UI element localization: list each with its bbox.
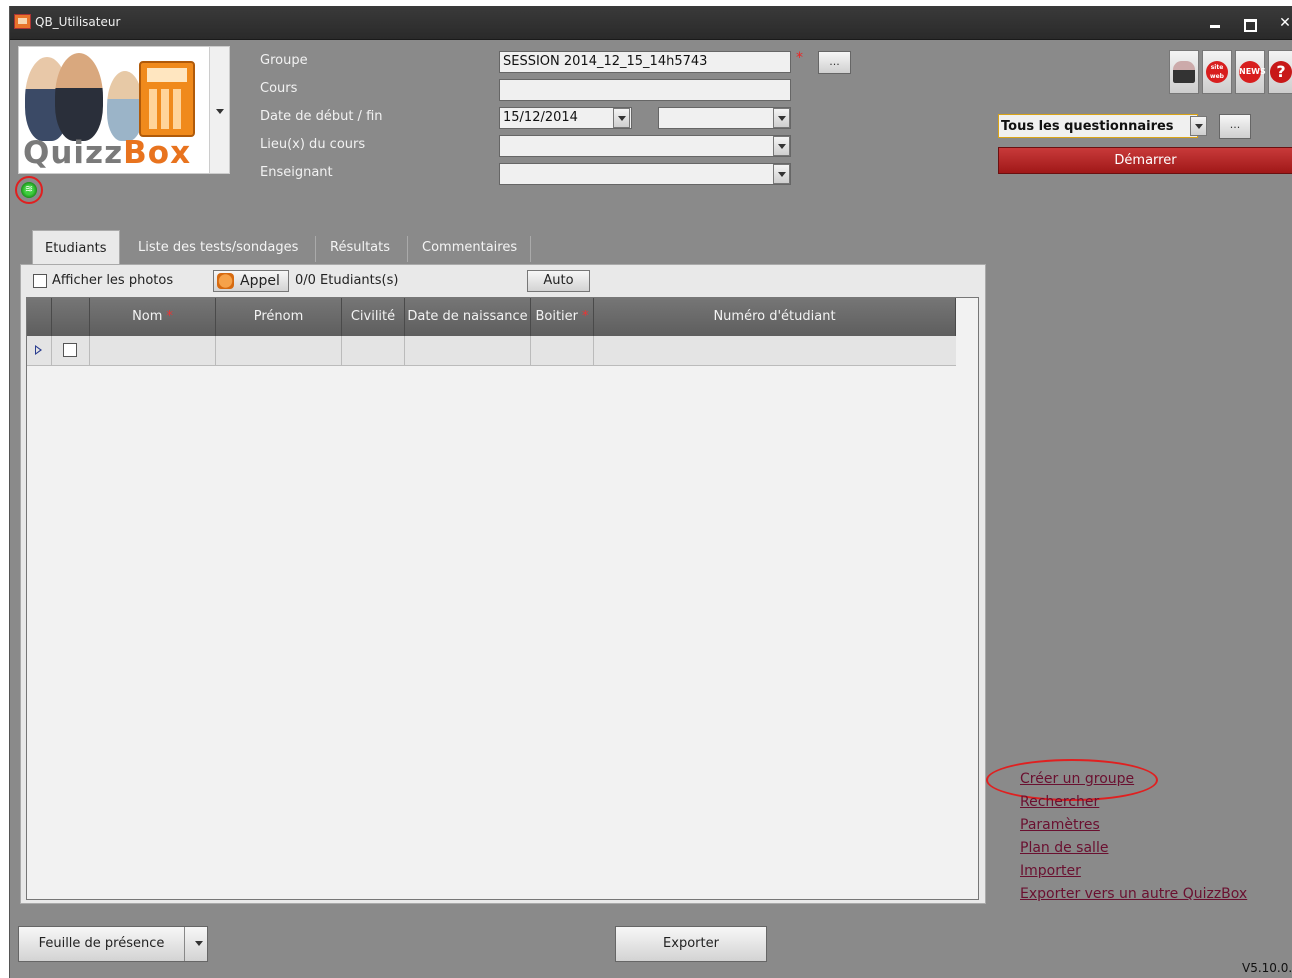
export-quizzbox-link[interactable]: Exporter vers un autre QuizzBox <box>1020 886 1247 902</box>
auto-button[interactable]: Auto <box>527 270 590 292</box>
students-panel: Afficher les photos Appel 0/0 Etudiants(… <box>20 264 986 904</box>
tab-resultats[interactable]: Résultats <box>318 230 402 264</box>
tab-tests[interactable]: Liste des tests/sondages <box>126 230 310 264</box>
tab-separator <box>530 236 531 262</box>
cell-boitier[interactable] <box>531 336 594 366</box>
cell-civilite[interactable] <box>342 336 405 366</box>
header-indicator-column <box>27 298 52 336</box>
students-count: 0/0 Etudiants(s) <box>295 273 399 288</box>
cell-numero-etudiant[interactable] <box>594 336 956 366</box>
date-end-dropdown[interactable] <box>773 108 790 128</box>
logo-dropdown-button[interactable] <box>209 47 229 173</box>
enseignant-field[interactable] <box>499 163 791 185</box>
row-indicator <box>27 336 52 366</box>
tab-etudiants[interactable]: Etudiants <box>32 230 120 266</box>
questionnaire-select[interactable]: Tous les questionnaires <box>998 114 1198 138</box>
brand-text: QuizzBox <box>23 135 192 171</box>
appel-icon <box>217 273 234 289</box>
row-pointer-icon <box>35 345 47 355</box>
date-start-dropdown[interactable] <box>613 108 630 128</box>
lieu-field[interactable] <box>499 135 791 157</box>
connection-status-highlight: ≋ <box>15 176 43 204</box>
column-header-date-naissance[interactable]: Date de naissance <box>405 298 531 336</box>
column-header-boitier[interactable]: Boitier * <box>531 298 594 336</box>
questionnaire-dropdown[interactable] <box>1190 116 1207 136</box>
minimize-button[interactable] <box>1205 13 1225 33</box>
cours-label: Cours <box>260 81 298 96</box>
room-plan-link[interactable]: Plan de salle <box>1020 840 1108 856</box>
create-group-link[interactable]: Créer un groupe <box>1020 771 1134 787</box>
wifi-icon[interactable]: ≋ <box>21 182 37 198</box>
cell-date-naissance[interactable] <box>405 336 531 366</box>
header-select-column <box>52 298 90 336</box>
appel-button[interactable]: Appel <box>213 270 289 292</box>
lieu-label: Lieu(x) du cours <box>260 137 366 152</box>
groupe-field[interactable]: SESSION 2014_12_15_14h5743 <box>499 51 791 73</box>
chevron-down-icon[interactable] <box>195 941 203 950</box>
attendance-sheet-label: Feuille de présence <box>19 927 185 961</box>
lieu-dropdown[interactable] <box>773 136 790 156</box>
version-label: V5.10.0. <box>1242 961 1292 975</box>
web-icon: site web <box>1206 61 1228 83</box>
app-icon <box>14 14 31 29</box>
search-link[interactable]: Rechercher <box>1020 794 1099 810</box>
export-button[interactable]: Exporter <box>615 926 767 962</box>
dates-label: Date de début / fin <box>260 109 383 124</box>
website-button[interactable]: site web <box>1202 50 1232 94</box>
students-grid[interactable]: Nom * Prénom Civilité Date de naissance B… <box>26 297 979 900</box>
window-title: QB_Utilisateur <box>35 15 121 29</box>
show-photos-label: Afficher les photos <box>52 273 174 288</box>
column-header-nom[interactable]: Nom * <box>90 298 216 336</box>
news-icon: NEWS <box>1239 61 1266 83</box>
table-row[interactable] <box>27 336 956 366</box>
news-button[interactable]: NEWS <box>1235 50 1266 94</box>
close-button[interactable]: ✕ <box>1275 13 1292 33</box>
cell-nom[interactable] <box>90 336 216 366</box>
main-window: QB_Utilisateur ✕ QuizzBox ≋ Groupe SESSI… <box>9 6 1292 978</box>
help-button[interactable]: ? <box>1268 50 1292 94</box>
questionnaire-browse-button[interactable]: ... <box>1219 114 1251 139</box>
column-header-numero-etudiant[interactable]: Numéro d'étudiant <box>594 298 956 336</box>
grid-header: Nom * Prénom Civilité Date de naissance B… <box>27 298 956 336</box>
row-select-cell <box>52 336 90 366</box>
calculator-image <box>139 61 195 137</box>
row-checkbox[interactable] <box>63 343 77 357</box>
appel-label: Appel <box>240 273 280 289</box>
import-link[interactable]: Importer <box>1020 863 1081 879</box>
column-header-civilite[interactable]: Civilité <box>342 298 405 336</box>
cell-prenom[interactable] <box>216 336 342 366</box>
group-logo[interactable]: QuizzBox <box>18 46 230 174</box>
attendance-sheet-button[interactable]: Feuille de présence <box>18 926 208 962</box>
groupe-label: Groupe <box>260 53 308 68</box>
settings-link[interactable]: Paramètres <box>1020 817 1100 833</box>
enseignant-label: Enseignant <box>260 165 333 180</box>
help-icon: ? <box>1270 61 1292 83</box>
maximize-button[interactable] <box>1240 13 1260 33</box>
tab-separator <box>315 236 316 262</box>
user-icon <box>1173 61 1195 83</box>
date-end-field[interactable] <box>658 107 791 129</box>
show-photos-checkbox[interactable] <box>33 274 47 288</box>
column-header-prenom[interactable]: Prénom <box>216 298 342 336</box>
title-bar: QB_Utilisateur ✕ <box>10 6 1292 40</box>
start-button[interactable]: Démarrer <box>998 147 1292 174</box>
user-button[interactable] <box>1169 50 1199 94</box>
enseignant-dropdown[interactable] <box>773 164 790 184</box>
cours-field[interactable] <box>499 79 791 101</box>
groupe-required-mark: * <box>796 50 803 66</box>
groupe-browse-button[interactable]: ... <box>818 51 851 74</box>
tab-commentaires[interactable]: Commentaires <box>410 230 529 264</box>
tab-separator <box>407 236 408 262</box>
